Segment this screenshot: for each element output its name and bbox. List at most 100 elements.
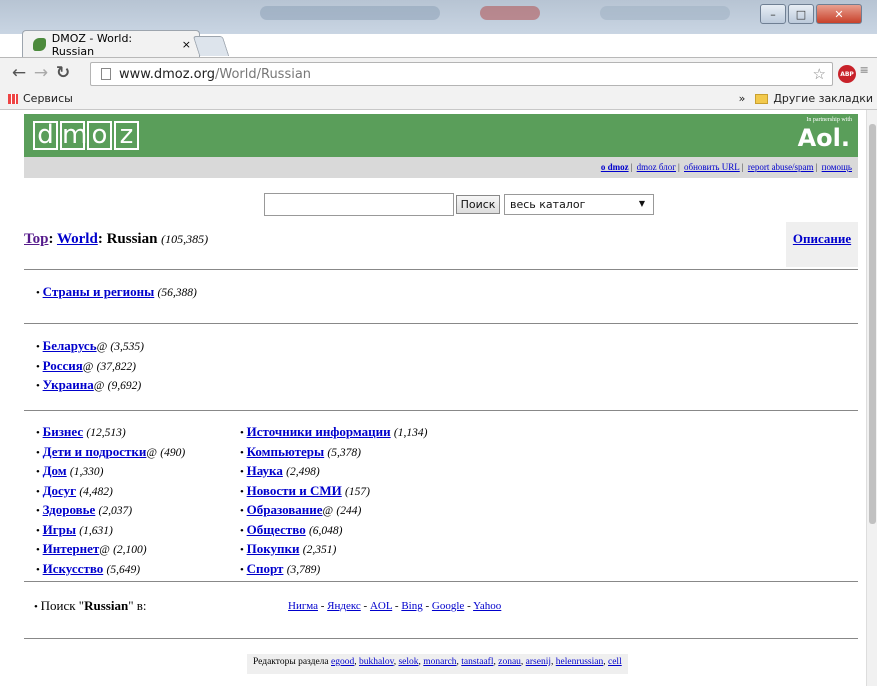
breadcrumb-count: (105,385) <box>161 232 209 246</box>
new-tab-button[interactable] <box>192 36 230 56</box>
category-link[interactable]: Покупки <box>247 541 300 556</box>
editor-link[interactable]: tanstaafl <box>461 657 493 667</box>
engine-link[interactable]: Нигма <box>288 600 318 612</box>
help-link[interactable]: помощь <box>822 162 852 172</box>
dmoz-logo[interactable]: dmoz <box>33 121 141 150</box>
search-button[interactable]: Поиск <box>456 195 500 214</box>
engine-separator: - <box>422 600 432 612</box>
update-url-link[interactable]: обновить URL <box>684 162 740 172</box>
dmoz-header: dmoz In partnership with Aol. <box>24 114 858 157</box>
scrollbar-thumb[interactable] <box>869 124 876 524</box>
divider <box>24 410 858 411</box>
breadcrumb: Top: World: Russian (105,385) <box>24 231 209 247</box>
search-input[interactable] <box>264 193 454 216</box>
breadcrumb-world[interactable]: World <box>57 231 98 247</box>
description-box: Описание <box>786 222 858 267</box>
category-link[interactable]: Украина <box>43 377 94 392</box>
search-scope-select[interactable]: весь каталог ▼ <box>504 194 654 215</box>
search-in-term: Russian <box>84 598 129 613</box>
category-link[interactable]: Компьютеры <box>247 444 325 459</box>
category-link[interactable]: Искусство <box>43 561 104 576</box>
list-item: Образование@ (244) <box>240 501 427 521</box>
list-item: Наука (2,498) <box>240 462 427 482</box>
editor-link[interactable]: egood <box>331 657 354 667</box>
category-link[interactable]: Беларусь <box>43 338 97 353</box>
vertical-scrollbar[interactable] <box>866 110 877 686</box>
category-link[interactable]: Интернет <box>43 541 100 556</box>
category-at: @ <box>96 341 108 353</box>
category-link[interactable]: Дети и подростки <box>43 444 147 459</box>
category-link[interactable]: Здоровье <box>43 502 96 517</box>
category-link[interactable]: Страны и регионы <box>43 284 155 299</box>
category-link[interactable]: Наука <box>247 463 283 478</box>
category-count: (3,535) <box>110 341 144 353</box>
engine-link[interactable]: Яндекс <box>327 600 361 612</box>
logo-letter: m <box>60 120 88 150</box>
adblock-icon[interactable]: ABP <box>838 65 856 83</box>
menu-icon[interactable]: ≡ <box>860 63 868 80</box>
engine-separator: - <box>317 600 328 612</box>
editor-link[interactable]: zonau <box>498 657 521 667</box>
category-link[interactable]: Россия <box>43 358 83 373</box>
search-scope-value: весь каталог <box>510 198 586 211</box>
category-count: (2,351) <box>302 544 337 556</box>
category-link[interactable]: Дом <box>43 463 67 478</box>
about-dmoz-link[interactable]: о dmoz <box>601 162 629 172</box>
category-count: (157) <box>345 485 370 498</box>
dmoz-blog-link[interactable]: dmoz блог <box>637 162 676 172</box>
back-arrow-icon[interactable]: ← <box>8 63 30 83</box>
apps-shortcut[interactable]: Сервисы <box>23 92 73 105</box>
categories-col1: Бизнес (12,513) Дети и подростки@ (490) … <box>36 423 186 580</box>
breadcrumb-top[interactable]: Top <box>24 231 48 247</box>
engine-link[interactable]: AOL <box>370 600 392 612</box>
reload-icon[interactable]: ↻ <box>52 63 74 83</box>
dropdown-arrow-icon: ▼ <box>638 199 645 208</box>
maximize-button[interactable]: □ <box>788 4 814 24</box>
category-link[interactable]: Игры <box>43 522 76 537</box>
category-link[interactable]: Общество <box>247 522 306 537</box>
bookmark-star-icon[interactable]: ☆ <box>813 65 826 83</box>
category-link[interactable]: Образование <box>247 502 323 517</box>
engine-link[interactable]: Bing <box>401 600 422 612</box>
address-bar[interactable]: www.dmoz.org/World/Russian ☆ <box>90 62 833 86</box>
category-link[interactable]: Новости и СМИ <box>247 483 342 498</box>
editor-link[interactable]: selok <box>398 657 418 667</box>
search-engines: Нигма - Яндекс - AOL - Bing - Google - Y… <box>288 600 501 612</box>
list-item: Искусство (5,649) <box>36 560 185 580</box>
close-window-button[interactable]: ✕ <box>816 4 862 24</box>
minimize-button[interactable]: – <box>760 4 786 24</box>
tab-close-icon[interactable]: × <box>182 38 191 51</box>
category-count: (2,037) <box>98 505 133 517</box>
list-item: Источники информации (1,134) <box>240 423 428 443</box>
category-link[interactable]: Спорт <box>247 561 284 576</box>
category-link[interactable]: Источники информации <box>247 424 391 439</box>
category-link[interactable]: Досуг <box>43 483 76 498</box>
engine-link[interactable]: Yahoo <box>473 600 501 612</box>
list-item: Дети и подростки@ (490) <box>36 443 186 463</box>
search-in-prefix: Поиск " <box>40 598 85 613</box>
category-at: @ <box>146 446 157 459</box>
apps-grid-icon[interactable] <box>8 93 18 104</box>
description-link[interactable]: Описание <box>793 231 851 246</box>
aol-logo[interactable]: Aol. <box>798 124 850 152</box>
tab-dmoz[interactable]: DMOZ - World: Russian × <box>22 30 200 58</box>
editor-link[interactable]: bukhalov <box>359 657 394 667</box>
editor-link[interactable]: arsenij <box>526 657 551 667</box>
engine-link[interactable]: Google <box>432 600 464 612</box>
report-abuse-link[interactable]: report abuse/spam <box>748 162 814 172</box>
window-titlebar: – □ ✕ <box>0 0 877 34</box>
editor-link[interactable]: cell <box>608 657 622 667</box>
editor-link[interactable]: monarch <box>423 657 456 667</box>
other-bookmarks[interactable]: Другие закладки <box>773 92 873 105</box>
regions-list: Страны и регионы (56,388) <box>36 283 197 303</box>
category-count: (9,692) <box>107 380 142 392</box>
category-count: (2,100) <box>113 544 147 556</box>
forward-arrow-icon[interactable]: → <box>30 63 52 83</box>
dmoz-favicon-icon <box>33 38 46 51</box>
bookmarks-overflow-button[interactable]: » <box>739 92 746 105</box>
divider <box>24 581 858 582</box>
search-in-suffix: " в: <box>128 598 147 613</box>
category-link[interactable]: Бизнес <box>43 424 84 439</box>
list-item: Бизнес (12,513) <box>36 423 185 443</box>
editor-link[interactable]: helenrussian <box>556 657 604 667</box>
